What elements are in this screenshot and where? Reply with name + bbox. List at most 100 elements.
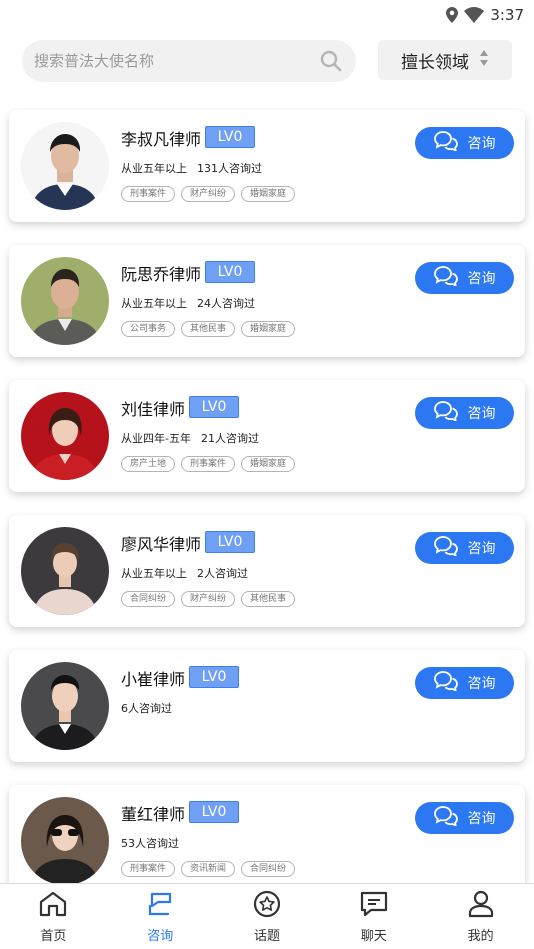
expertise-tag: 婚姻家庭 — [241, 456, 296, 472]
chat-bubbles-icon — [433, 806, 458, 830]
status-time: 3:37 — [490, 6, 524, 24]
lawyer-name: 廖风华律师 — [121, 535, 202, 554]
consult-button-label: 咨询 — [467, 811, 496, 827]
consult-count: 131人咨询过 — [197, 162, 262, 175]
consult-button[interactable]: 咨询 — [415, 397, 514, 429]
location-icon — [446, 7, 459, 23]
consult-count: 24人咨询过 — [197, 297, 255, 310]
expertise-tag: 公司事务 — [121, 321, 176, 337]
tab-label: 首页 — [40, 929, 67, 944]
expertise-tag: 其他民事 — [241, 591, 296, 607]
search-input[interactable] — [34, 52, 318, 70]
expertise-tag: 财产纠纷 — [181, 591, 236, 607]
bottom-tab-bar: 首页 咨询 话题 聊天 我的 — [0, 883, 534, 949]
avatar — [21, 392, 109, 480]
lawyer-card[interactable]: 阮思乔律师 LV0 从业五年以上 24人咨询过 公司事务 其他民事 婚姻家庭 咨… — [9, 245, 525, 357]
tag-list: 房产土地 刑事案件 婚姻家庭 — [121, 456, 296, 472]
chat-bubbles-icon — [433, 536, 458, 560]
domain-filter-label: 擅长领域 — [401, 52, 469, 73]
lawyer-name: 小崔律师 — [121, 670, 186, 689]
tag-list: 刑事案件 资讯新闻 合同纠纷 — [121, 861, 296, 877]
consult-button[interactable]: 咨询 — [415, 262, 514, 294]
chat-bubbles-icon — [433, 131, 458, 155]
lawyer-card[interactable]: 董红律师 LV0 53人咨询过 刑事案件 资讯新闻 合同纠纷 咨询 — [9, 785, 525, 883]
level-badge: LV0 — [205, 531, 255, 553]
search-icon[interactable] — [318, 48, 344, 74]
lawyer-name: 阮思乔律师 — [121, 265, 202, 284]
consult-button-label: 咨询 — [467, 541, 496, 557]
avatar — [21, 527, 109, 615]
tab-home[interactable]: 首页 — [0, 884, 107, 949]
level-badge: LV0 — [205, 126, 255, 148]
avatar — [21, 797, 109, 883]
expertise-tag: 婚姻家庭 — [241, 321, 296, 337]
expertise-tag: 其他民事 — [181, 321, 236, 337]
consult-icon — [145, 890, 175, 922]
lawyer-meta: 53人咨询过 — [121, 835, 179, 851]
expertise-tag: 房产土地 — [121, 456, 176, 472]
lawyer-card[interactable]: 小崔律师 LV0 6人咨询过 咨询 — [9, 650, 525, 762]
lawyer-card[interactable]: 刘佳律师 LV0 从业四年-五年 21人咨询过 房产土地 刑事案件 婚姻家庭 咨… — [9, 380, 525, 492]
lawyer-list: 李叔凡律师 LV0 从业五年以上 131人咨询过 刑事案件 财产纠纷 婚姻家庭 … — [0, 108, 534, 883]
tab-label: 我的 — [467, 929, 494, 944]
lawyer-meta: 从业五年以上 131人咨询过 — [121, 160, 262, 176]
lawyer-meta: 从业五年以上 2人咨询过 — [121, 565, 248, 581]
consult-button-label: 咨询 — [467, 406, 496, 422]
tab-consult[interactable]: 咨询 — [107, 884, 214, 949]
experience-text: 从业五年以上 — [121, 162, 187, 175]
expertise-tag: 财产纠纷 — [181, 186, 236, 202]
tag-list: 合同纠纷 财产纠纷 其他民事 — [121, 591, 296, 607]
level-badge: LV0 — [205, 261, 255, 283]
tag-list: 公司事务 其他民事 婚姻家庭 — [121, 321, 296, 337]
chat-bubbles-icon — [433, 266, 458, 290]
level-badge: LV0 — [189, 396, 239, 418]
expertise-tag: 合同纠纷 — [241, 861, 296, 877]
level-badge: LV0 — [189, 801, 239, 823]
wifi-icon — [464, 7, 485, 23]
profile-icon — [466, 890, 496, 922]
topic-star-icon — [252, 890, 282, 922]
home-icon — [38, 890, 68, 922]
domain-filter-select[interactable]: 擅长领域 — [378, 40, 512, 80]
consult-button[interactable]: 咨询 — [415, 532, 514, 564]
tag-list: 刑事案件 财产纠纷 婚姻家庭 — [121, 186, 296, 202]
lawyer-meta: 从业四年-五年 21人咨询过 — [121, 430, 259, 446]
consult-button[interactable]: 咨询 — [415, 667, 514, 699]
consult-count: 2人咨询过 — [197, 567, 248, 580]
consult-button[interactable]: 咨询 — [415, 802, 514, 834]
expertise-tag: 婚姻家庭 — [241, 186, 296, 202]
expertise-tag: 合同纠纷 — [121, 591, 176, 607]
consult-button[interactable]: 咨询 — [415, 127, 514, 159]
consult-count: 21人咨询过 — [200, 432, 259, 445]
lawyer-card[interactable]: 廖风华律师 LV0 从业五年以上 2人咨询过 合同纠纷 财产纠纷 其他民事 咨询 — [9, 515, 525, 627]
consult-count: 6人咨询过 — [121, 702, 172, 715]
tab-chat[interactable]: 聊天 — [320, 884, 427, 949]
tab-label: 咨询 — [147, 929, 174, 944]
experience-text: 从业五年以上 — [121, 567, 187, 580]
consult-button-label: 咨询 — [467, 136, 496, 152]
tab-profile[interactable]: 我的 — [427, 884, 534, 949]
consult-count: 53人咨询过 — [121, 837, 179, 850]
expertise-tag: 刑事案件 — [181, 456, 236, 472]
tab-label: 聊天 — [360, 929, 387, 944]
search-box[interactable] — [22, 40, 356, 82]
chat-icon — [359, 890, 389, 922]
lawyer-name: 李叔凡律师 — [121, 130, 202, 149]
lawyer-meta: 6人咨询过 — [121, 700, 172, 716]
expertise-tag: 刑事案件 — [121, 186, 176, 202]
search-row: 擅长领域 — [0, 38, 534, 84]
sort-arrows-icon — [479, 49, 489, 72]
lawyer-card[interactable]: 李叔凡律师 LV0 从业五年以上 131人咨询过 刑事案件 财产纠纷 婚姻家庭 … — [9, 110, 525, 222]
chat-bubbles-icon — [433, 671, 458, 695]
lawyer-meta: 从业五年以上 24人咨询过 — [121, 295, 255, 311]
level-badge: LV0 — [189, 666, 239, 688]
consult-button-label: 咨询 — [467, 676, 496, 692]
tab-topic[interactable]: 话题 — [214, 884, 321, 949]
consult-button-label: 咨询 — [467, 271, 496, 287]
tab-label: 话题 — [253, 929, 280, 944]
expertise-tag: 刑事案件 — [121, 861, 176, 877]
chat-bubbles-icon — [433, 401, 458, 425]
experience-text: 从业五年以上 — [121, 297, 187, 310]
lawyer-name: 刘佳律师 — [121, 400, 186, 419]
avatar — [21, 122, 109, 210]
